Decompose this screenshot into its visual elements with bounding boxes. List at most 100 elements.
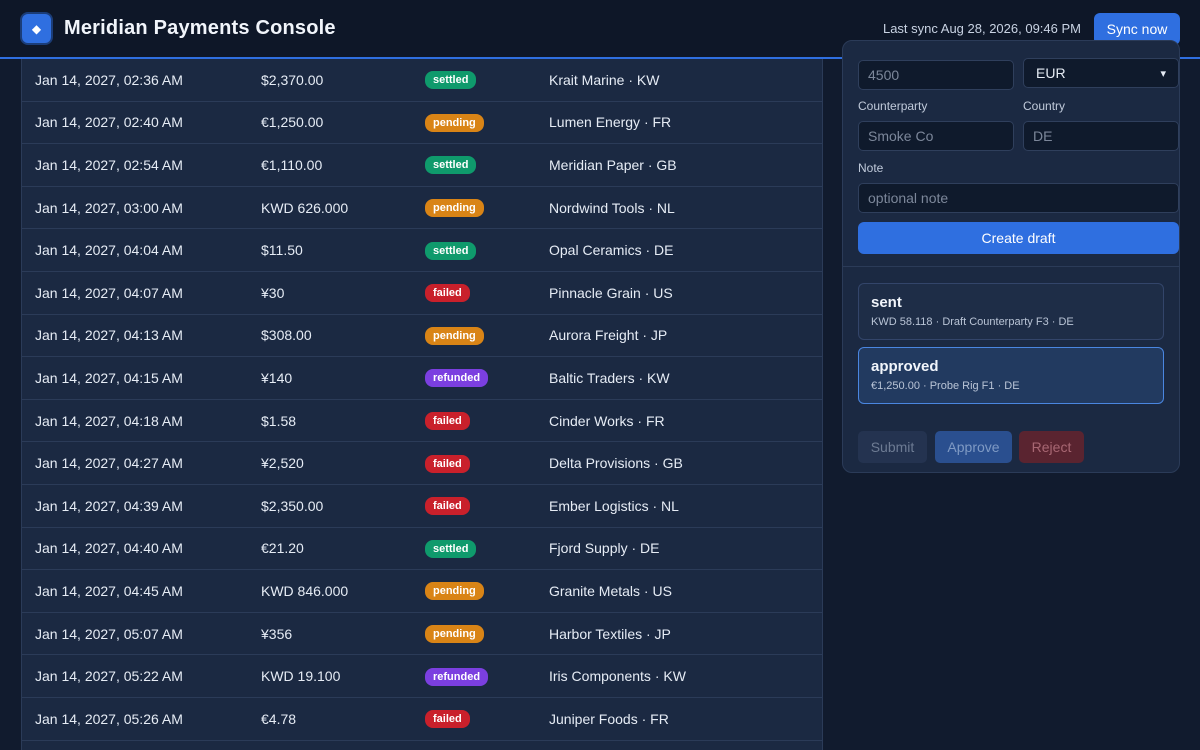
draft-card-sent[interactable]: sent KWD 58.118 · Draft Counterparty F3 … xyxy=(858,283,1164,340)
table-row[interactable]: Jan 14, 2027, 05:26 AM €4.78 failed Juniper… xyxy=(22,698,822,741)
status-badge: refunded xyxy=(425,667,489,686)
txn-amount: $1.58 xyxy=(261,412,297,429)
draft-status: sent xyxy=(871,294,902,311)
txn-date: Jan 14, 2027, 04:18 AM xyxy=(35,412,183,429)
status-badge: settled xyxy=(425,71,477,90)
draft-card-approved[interactable]: approved €1,250.00 · Probe Rig F1 · DE xyxy=(858,347,1164,404)
table-row[interactable]: Jan 14, 2027, 04:40 AM €21.20 settled Fjord… xyxy=(22,528,822,571)
table-row[interactable]: Jan 14, 2027, 02:40 AM €1,250.00 pending Lu… xyxy=(22,102,822,145)
table-row[interactable]: Jan 14, 2027, 03:00 AM KWD 626.000 pending… xyxy=(22,187,822,230)
table-row[interactable]: Jan 14, 2027, 05:22 AM KWD 19.100 refunded… xyxy=(22,655,822,698)
currency-select[interactable]: EUR ▾ xyxy=(1023,58,1179,88)
submit-button[interactable]: Submit xyxy=(858,431,927,463)
table-row[interactable]: Jan 14, 2027, 02:54 AM €1,110.00 settled Me… xyxy=(22,144,822,187)
draft-panel: EUR ▾ Counterparty Country Note Create d… xyxy=(842,40,1180,473)
status-badge: failed xyxy=(425,284,470,303)
status-cell: pending xyxy=(425,113,549,132)
txn-date: Jan 14, 2027, 04:15 AM xyxy=(35,369,183,386)
txn-amount: €21.20 xyxy=(261,540,304,557)
table-row[interactable]: Jan 14, 2027, 04:45 AM KWD 846.000 pending… xyxy=(22,570,822,613)
create-draft-button[interactable]: Create draft xyxy=(858,222,1179,254)
txn-amount: ¥30 xyxy=(261,284,285,301)
status-badge: pending xyxy=(425,625,484,644)
table-row[interactable] xyxy=(22,741,822,750)
approve-button[interactable]: Approve xyxy=(935,431,1012,463)
txn-counterparty: Juniper Foods · FR xyxy=(549,710,669,727)
txn-amount: ¥2,520 xyxy=(261,455,304,472)
txn-date: Jan 14, 2027, 04:13 AM xyxy=(35,327,183,344)
counterparty-input[interactable] xyxy=(858,121,1014,151)
txn-amount: €1,110.00 xyxy=(261,156,323,173)
txn-amount: ¥356 xyxy=(261,625,293,642)
txn-date: Jan 14, 2027, 05:22 AM xyxy=(35,668,183,685)
table-row[interactable]: Jan 14, 2027, 04:07 AM ¥30 failed Pinnacle … xyxy=(22,272,822,315)
status-badge: failed xyxy=(425,454,470,473)
table-row[interactable]: Jan 14, 2027, 02:36 AM $2,370.00 settled Kr… xyxy=(22,59,822,102)
txn-amount: $2,350.00 xyxy=(261,497,324,514)
table-row[interactable]: Jan 14, 2027, 04:04 AM $11.50 settled Opal … xyxy=(22,229,822,272)
status-cell: failed xyxy=(425,411,549,431)
txn-counterparty: Lumen Energy · FR xyxy=(549,114,672,131)
reject-button[interactable]: Reject xyxy=(1019,431,1084,463)
status-cell: pending xyxy=(425,326,549,345)
txn-date: Jan 14, 2027, 05:26 AM xyxy=(35,710,183,727)
diamond-icon: ◆ xyxy=(20,12,53,45)
status-badge: settled xyxy=(425,241,477,260)
status-badge: pending xyxy=(425,113,484,132)
status-cell: settled xyxy=(425,539,549,558)
amount-input[interactable] xyxy=(858,60,1014,90)
txn-amount: KWD 19.100 xyxy=(261,668,341,685)
txn-date: Jan 14, 2027, 05:07 AM xyxy=(35,625,183,642)
txn-amount: $2,370.00 xyxy=(261,71,324,88)
table-row[interactable]: Jan 14, 2027, 04:39 AM $2,350.00 failed Emb… xyxy=(22,485,822,528)
chevron-down-icon: ▾ xyxy=(1160,67,1166,80)
txn-date: Jan 14, 2027, 04:45 AM xyxy=(35,582,183,599)
status-cell: refunded xyxy=(425,368,549,388)
status-cell: failed xyxy=(425,496,549,516)
txn-counterparty: Meridian Paper · GB xyxy=(549,156,677,173)
country-input[interactable] xyxy=(1023,121,1179,151)
status-badge: failed xyxy=(425,710,470,729)
txn-amount: KWD 626.000 xyxy=(261,199,349,216)
status-cell: settled xyxy=(425,241,549,260)
status-cell: refunded xyxy=(425,667,549,686)
table-row[interactable]: Jan 14, 2027, 04:27 AM ¥2,520 failed Delta … xyxy=(22,442,822,485)
status-cell: pending xyxy=(425,581,549,601)
note-input[interactable] xyxy=(858,183,1179,213)
status-cell: failed xyxy=(425,709,549,729)
status-cell: pending xyxy=(425,624,549,644)
txn-amount: ¥140 xyxy=(261,369,293,386)
table-row[interactable]: Jan 14, 2027, 04:13 AM $308.00 pending Auro… xyxy=(22,315,822,358)
txn-date: Jan 14, 2027, 03:00 AM xyxy=(35,199,183,216)
txn-counterparty: Fjord Supply · DE xyxy=(549,540,660,557)
draft-status: approved xyxy=(871,358,939,375)
txn-counterparty: Harbor Textiles · JP xyxy=(549,625,671,642)
txn-counterparty: Opal Ceramics · DE xyxy=(549,242,674,259)
app-title: Meridian Payments Console xyxy=(64,17,336,39)
table-row[interactable]: Jan 14, 2027, 04:18 AM $1.58 failed Cinder … xyxy=(22,400,822,443)
transactions-table: Jan 14, 2027, 02:36 AM $2,370.00 settled Kr… xyxy=(21,59,823,750)
status-badge: settled xyxy=(425,539,477,558)
txn-amount: €4.78 xyxy=(261,710,297,727)
txn-date: Jan 14, 2027, 04:27 AM xyxy=(35,455,183,472)
draft-detail: €1,250.00 · Probe Rig F1 · DE xyxy=(871,380,1020,392)
txn-amount: $11.50 xyxy=(261,242,303,259)
txn-counterparty: Iris Components · KW xyxy=(549,668,686,685)
txn-date: Jan 14, 2027, 02:54 AM xyxy=(35,156,183,173)
txn-date: Jan 14, 2027, 04:07 AM xyxy=(35,284,183,301)
draft-detail: KWD 58.118 · Draft Counterparty F3 · DE xyxy=(871,316,1074,328)
txn-amount: $308.00 xyxy=(261,327,312,344)
status-cell: settled xyxy=(425,70,549,90)
currency-value: EUR xyxy=(1036,65,1066,81)
txn-counterparty: Delta Provisions · GB xyxy=(549,455,683,472)
txn-counterparty: Nordwind Tools · NL xyxy=(549,199,675,216)
table-row[interactable]: Jan 14, 2027, 04:15 AM ¥140 refunded Baltic… xyxy=(22,357,822,400)
table-row[interactable]: Jan 14, 2027, 05:07 AM ¥356 pending Harbor … xyxy=(22,613,822,656)
counterparty-label: Counterparty xyxy=(858,99,928,113)
txn-amount: €1,250.00 xyxy=(261,114,324,131)
txn-amount: KWD 846.000 xyxy=(261,582,349,599)
txn-date: Jan 14, 2027, 04:04 AM xyxy=(35,242,183,259)
status-badge: refunded xyxy=(425,369,489,388)
note-label: Note xyxy=(858,161,884,175)
txn-counterparty: Pinnacle Grain · US xyxy=(549,284,673,301)
